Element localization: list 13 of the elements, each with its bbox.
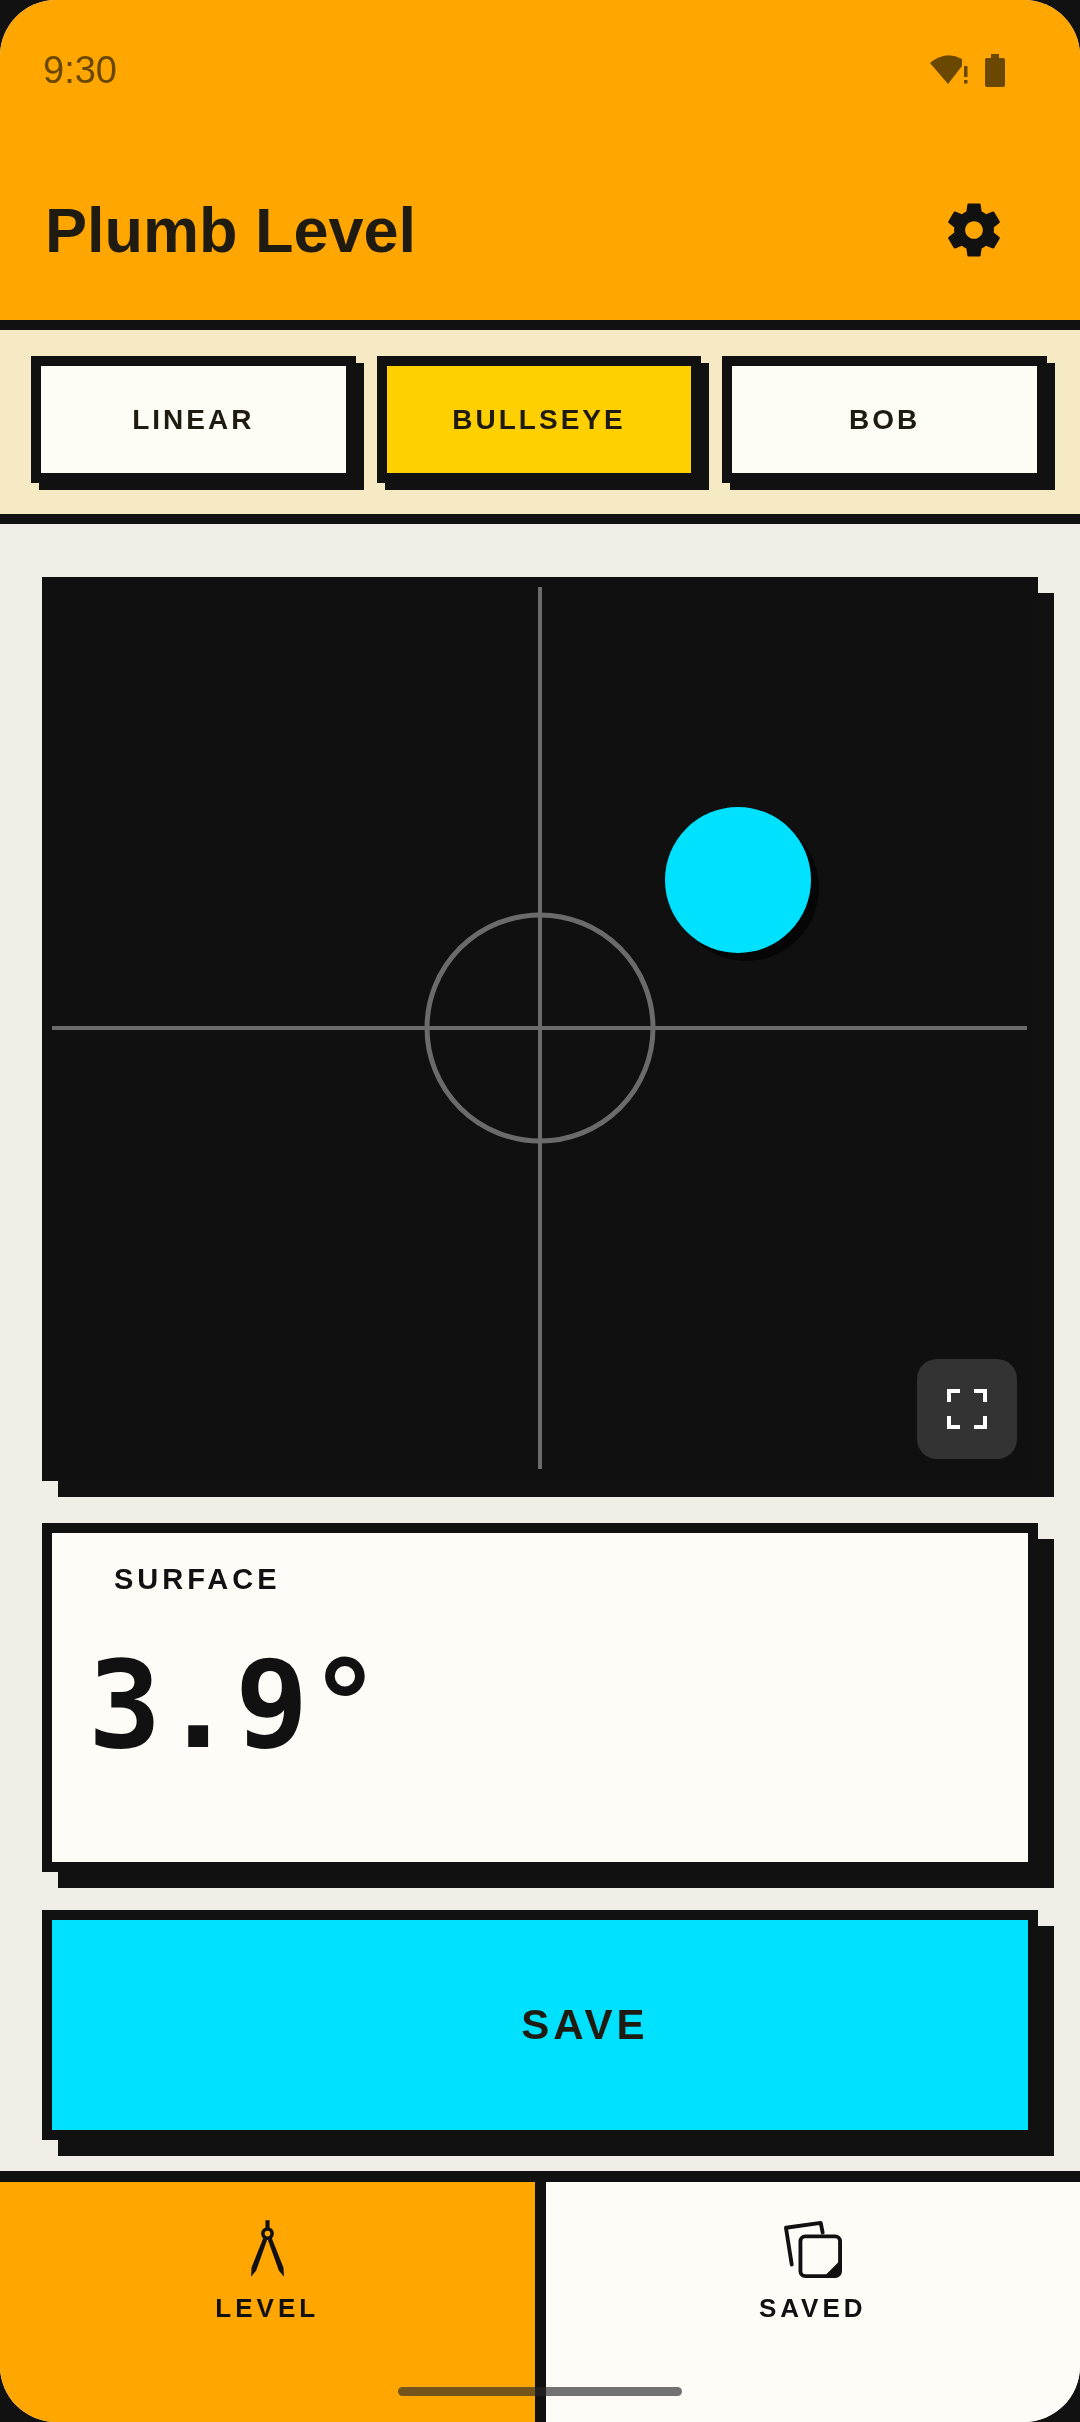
reading-value: 3.9°: [88, 1644, 382, 1766]
nav-tab[interactable]: SAVED: [534, 2182, 1080, 2422]
battery-icon: [985, 53, 1005, 87]
app-title: Plumb Level: [45, 194, 417, 266]
wifi-icon: [929, 54, 969, 86]
fullscreen-icon: [947, 1389, 987, 1429]
reading-label: SURFACE: [114, 1565, 281, 1594]
status-time: 9:30: [43, 48, 117, 92]
nav-tab[interactable]: LEVEL: [0, 2182, 535, 2422]
fullscreen-button[interactable]: [917, 1359, 1017, 1459]
settings-icon[interactable]: [948, 202, 1000, 258]
drafting-compass-icon: [248, 2220, 286, 2278]
stacked-pages-icon: [782, 2220, 843, 2278]
